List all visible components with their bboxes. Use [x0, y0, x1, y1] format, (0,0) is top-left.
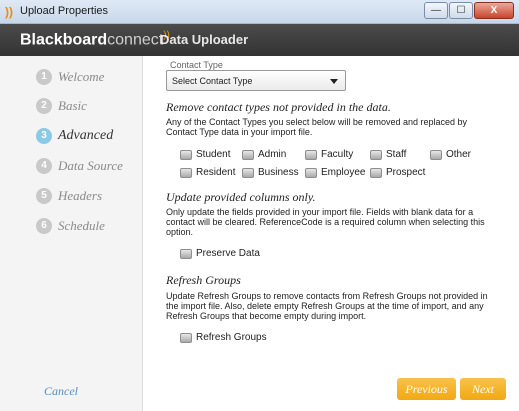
checkbox-icon [180, 149, 192, 160]
close-icon[interactable]: X [474, 2, 514, 19]
checkbox-refresh-groups[interactable]: Refresh Groups [180, 332, 267, 343]
step-label: Welcome [58, 69, 105, 84]
refresh-heading: Refresh Groups [166, 273, 241, 287]
checkbox-icon [180, 248, 192, 259]
checkbox-employee[interactable]: Employee [305, 167, 365, 178]
checkbox-prospect[interactable]: Prospect [370, 167, 425, 178]
brand-header: Blackboardconnect)) Data Uploader [0, 24, 519, 56]
step-number: 5 [36, 188, 52, 204]
maximize-icon[interactable]: ☐ [449, 2, 473, 19]
checkbox-preserve-data[interactable]: Preserve Data [180, 248, 260, 259]
cancel-button[interactable]: Cancel [44, 384, 78, 399]
checkbox-icon [180, 332, 192, 343]
app-icon: )) [5, 5, 13, 19]
checkbox-label: Staff [386, 149, 407, 160]
step-number: 6 [36, 218, 52, 234]
update-description: Only update the fields provided in your … [166, 207, 485, 237]
checkbox-icon [370, 167, 382, 178]
step-label: Advanced [58, 128, 114, 143]
step-data-source[interactable]: 4 Data Source [36, 156, 123, 176]
checkbox-staff[interactable]: Staff [370, 149, 406, 160]
checkbox-icon [180, 167, 192, 178]
next-button[interactable]: Next [460, 378, 506, 400]
checkbox-icon [242, 167, 254, 178]
checkbox-other[interactable]: Other [430, 149, 471, 160]
wizard-sidebar: 1 Welcome 2 Basic 3 Advanced 4 Data Sour… [0, 56, 143, 411]
brand-light: connect [107, 31, 164, 49]
checkbox-admin[interactable]: Admin [242, 149, 286, 160]
checkbox-icon [242, 149, 254, 160]
checkbox-icon [370, 149, 382, 160]
chevron-down-icon [330, 79, 338, 84]
contact-type-value: Select Contact Type [172, 76, 253, 86]
checkbox-label: Student [196, 149, 231, 160]
step-label: Data Source [58, 158, 123, 173]
step-basic[interactable]: 2 Basic [36, 96, 87, 116]
checkbox-business[interactable]: Business [242, 167, 299, 178]
window-title: Upload Properties [20, 5, 109, 17]
checkbox-resident[interactable]: Resident [180, 167, 235, 178]
checkbox-label: Admin [258, 149, 287, 160]
checkbox-icon [305, 149, 317, 160]
checkbox-label: Business [258, 167, 299, 178]
checkbox-label: Preserve Data [196, 248, 260, 259]
step-number: 3 [36, 128, 52, 144]
step-label: Basic [58, 98, 87, 113]
brand-logo: Blackboardconnect)) [20, 30, 170, 49]
step-schedule[interactable]: 6 Schedule [36, 216, 105, 236]
checkbox-label: Faculty [321, 149, 354, 160]
checkbox-label: Employee [321, 167, 366, 178]
title-bar: )) Upload Properties — ☐ X [0, 0, 519, 24]
previous-button[interactable]: Previous [397, 378, 456, 400]
checkbox-icon [305, 167, 317, 178]
contact-type-label: Contact Type [170, 60, 223, 70]
remove-description: Any of the Contact Types you select belo… [166, 117, 468, 137]
main-panel: Contact Type Select Contact Type Remove … [160, 56, 519, 411]
update-heading: Update provided columns only. [166, 190, 316, 204]
checkbox-faculty[interactable]: Faculty [305, 149, 353, 160]
contact-type-select[interactable]: Select Contact Type [166, 70, 346, 91]
step-welcome[interactable]: 1 Welcome [36, 67, 104, 87]
checkbox-label: Refresh Groups [196, 332, 267, 343]
brand-bold: Blackboard [20, 31, 108, 49]
step-label: Headers [58, 188, 103, 203]
checkbox-label: Prospect [386, 167, 426, 178]
step-number: 2 [36, 98, 52, 114]
checkbox-label: Resident [196, 167, 236, 178]
window-controls: — ☐ X [424, 2, 514, 19]
checkbox-label: Other [446, 149, 472, 160]
step-number: 4 [36, 158, 52, 174]
step-label: Schedule [58, 218, 105, 233]
remove-heading: Remove contact types not provided in the… [166, 100, 391, 114]
checkbox-icon [430, 149, 442, 160]
checkbox-student[interactable]: Student [180, 149, 230, 160]
step-advanced[interactable]: 3 Advanced [36, 126, 113, 146]
minimize-icon[interactable]: — [424, 2, 448, 19]
refresh-description: Update Refresh Groups to remove contacts… [166, 291, 488, 321]
page-title: Data Uploader [160, 32, 249, 47]
step-headers[interactable]: 5 Headers [36, 186, 102, 206]
step-number: 1 [36, 69, 52, 85]
